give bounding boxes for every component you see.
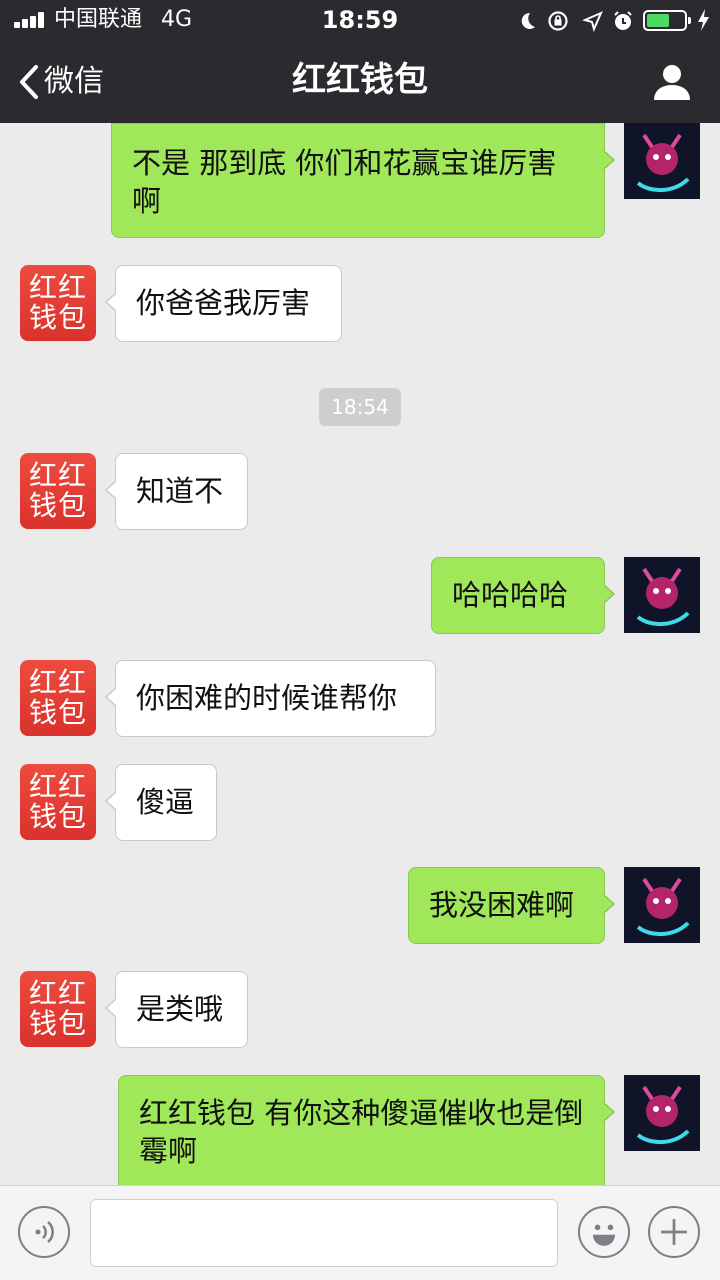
voice-icon bbox=[35, 1221, 54, 1243]
contact-avatar[interactable]: 红红钱包 bbox=[20, 660, 96, 736]
message-row: 红红钱包 是类哦 bbox=[0, 971, 720, 1049]
status-bar: 中国联通 4G 18:59 bbox=[0, 0, 720, 40]
message-bubble-outgoing[interactable]: 我没困难啊 bbox=[408, 867, 615, 944]
message-bubble-incoming[interactable]: 你爸爸我厉害 bbox=[105, 265, 342, 342]
character-avatar-icon bbox=[624, 557, 700, 633]
profile-button[interactable] bbox=[650, 60, 694, 104]
person-icon bbox=[654, 65, 690, 100]
message-bubble-incoming[interactable]: 是类哦 bbox=[105, 971, 248, 1048]
rotation-lock-icon bbox=[548, 11, 568, 31]
my-avatar[interactable] bbox=[624, 1075, 700, 1151]
message-row: 红红钱包 傻逼 bbox=[0, 764, 720, 842]
contact-avatar[interactable]: 红红钱包 bbox=[20, 265, 96, 341]
character-avatar-icon bbox=[624, 1075, 700, 1151]
message-row: 哈哈哈哈 bbox=[0, 557, 720, 635]
message-bubble-incoming[interactable]: 你困难的时候谁帮你 bbox=[105, 660, 436, 737]
my-avatar[interactable] bbox=[624, 123, 700, 199]
contact-avatar[interactable]: 红红钱包 bbox=[20, 453, 96, 529]
message-row: 红红钱包 知道不 bbox=[0, 453, 720, 531]
message-bubble-incoming[interactable]: 傻逼 bbox=[105, 764, 217, 841]
contact-avatar[interactable]: 红红钱包 bbox=[20, 971, 96, 1047]
more-button[interactable] bbox=[648, 1206, 700, 1258]
message-bubble-outgoing[interactable]: 哈哈哈哈 bbox=[431, 557, 615, 634]
my-avatar[interactable] bbox=[624, 867, 700, 943]
moon-icon bbox=[521, 12, 535, 29]
message-bubble-outgoing[interactable]: 红红钱包 有你这种傻逼催收也是倒霉啊 bbox=[118, 1075, 615, 1185]
character-avatar-icon bbox=[624, 867, 700, 943]
message-row: 红红钱包 你困难的时候谁帮你 bbox=[0, 660, 720, 738]
input-bar bbox=[0, 1185, 720, 1280]
contact-avatar[interactable]: 红红钱包 bbox=[20, 764, 96, 840]
voice-button[interactable] bbox=[18, 1206, 70, 1258]
timestamp-chip: 18:54 bbox=[319, 388, 401, 426]
plus-icon bbox=[661, 1219, 687, 1245]
battery-icon bbox=[643, 10, 691, 31]
location-arrow-icon bbox=[582, 11, 603, 32]
chat-area[interactable]: 不是 那到底 你们和花赢宝谁厉害啊 红红钱包 你爸爸我厉害 18:54 红红钱包… bbox=[0, 123, 720, 1185]
message-row: 我没困难啊 bbox=[0, 867, 720, 945]
nav-bar: 微信 红红钱包 bbox=[0, 40, 720, 123]
emoji-button[interactable] bbox=[578, 1206, 630, 1258]
message-input[interactable] bbox=[90, 1199, 558, 1267]
emoji-icon bbox=[592, 1224, 616, 1246]
header: 中国联通 4G 18:59 微信 红红钱包 bbox=[0, 0, 720, 123]
message-bubble-outgoing[interactable]: 不是 那到底 你们和花赢宝谁厉害啊 bbox=[111, 123, 615, 238]
message-row: 不是 那到底 你们和花赢宝谁厉害啊 bbox=[0, 123, 720, 238]
message-row: 红红钱包 你爸爸我厉害 bbox=[0, 265, 720, 343]
page-title: 红红钱包 bbox=[292, 60, 428, 100]
message-bubble-incoming[interactable]: 知道不 bbox=[105, 453, 248, 530]
my-avatar[interactable] bbox=[624, 557, 700, 633]
charging-bolt-icon bbox=[698, 9, 709, 31]
message-row: 红红钱包 有你这种傻逼催收也是倒霉啊 bbox=[0, 1075, 720, 1185]
character-avatar-icon bbox=[624, 123, 700, 199]
alarm-icon bbox=[614, 11, 632, 30]
